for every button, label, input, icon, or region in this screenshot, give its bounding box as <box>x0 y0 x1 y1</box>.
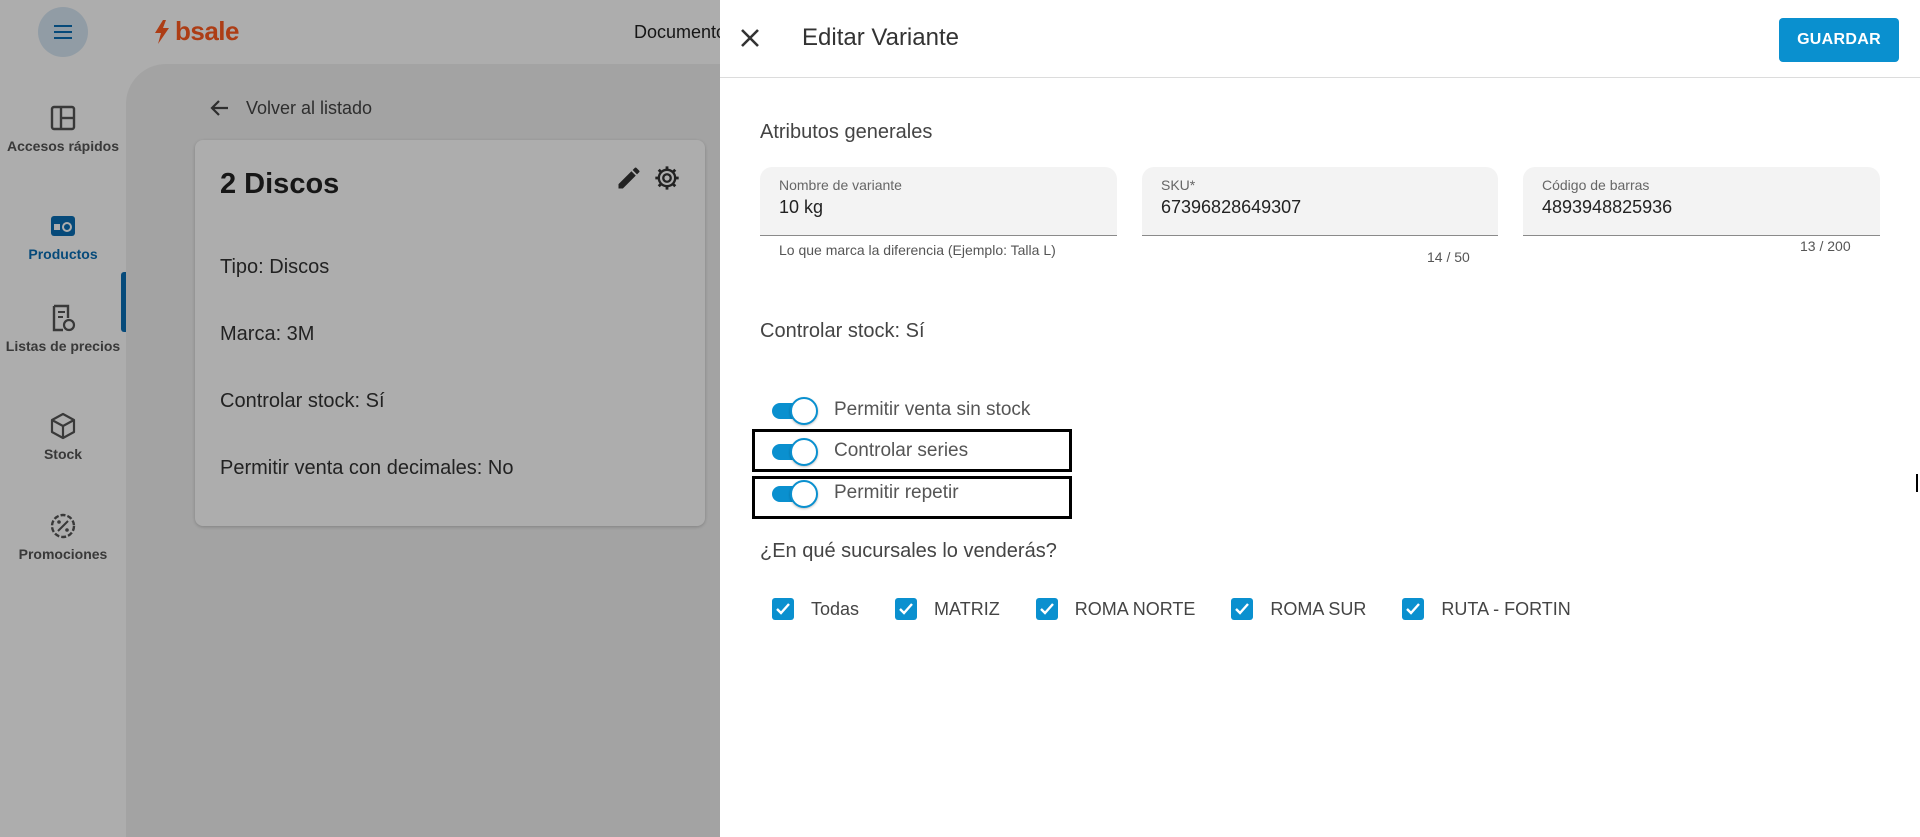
sku-char-counter: 14 / 50 <box>1427 249 1470 265</box>
checkbox-checked-icon <box>1035 598 1058 620</box>
switch-thumb <box>790 480 818 508</box>
text-cursor-icon <box>1916 474 1918 492</box>
branch-label: Todas <box>811 598 860 619</box>
barcode-field[interactable]: Código de barras 4893948825936 <box>1523 167 1880 236</box>
checkbox-checked-icon <box>895 598 918 620</box>
general-attributes-title: Atributos generales <box>760 121 933 143</box>
toggle-row-control-series: Controlar series <box>770 437 969 466</box>
branch-label: RUTA - FORTIN <box>1441 598 1571 619</box>
close-icon <box>741 29 759 47</box>
control-series-label: Controlar series <box>834 440 969 461</box>
sell-without-stock-switch[interactable] <box>770 396 818 425</box>
toggle-row-sell-without-stock: Permitir venta sin stock <box>770 396 1031 425</box>
toggle-row-allow-repeat: Permitir repetir <box>770 479 959 508</box>
allow-repeat-label: Permitir repetir <box>834 482 959 503</box>
allow-repeat-switch[interactable] <box>770 479 818 508</box>
sku-value: 67396828649307 <box>1161 197 1302 217</box>
switch-thumb <box>790 397 818 425</box>
switch-thumb <box>790 438 818 466</box>
branch-checkbox-roma-sur[interactable]: ROMA SUR <box>1231 598 1366 620</box>
variant-name-hint: Lo que marca la diferencia (Ejemplo: Tal… <box>779 242 1056 258</box>
variant-name-label: Nombre de variante <box>779 177 902 193</box>
branches-checkbox-group: Todas MATRIZ ROMA NORTE ROMA SUR RUTA - … <box>772 598 1607 620</box>
branch-checkbox-matriz[interactable]: MATRIZ <box>895 598 1000 620</box>
barcode-value: 4893948825936 <box>1542 197 1673 217</box>
sku-field[interactable]: SKU* 67396828649307 <box>1142 167 1498 236</box>
drawer-title: Editar Variante <box>802 24 959 51</box>
branch-label: ROMA SUR <box>1270 598 1367 619</box>
branch-label: ROMA NORTE <box>1074 598 1196 619</box>
branches-title: ¿En qué sucursales lo venderás? <box>760 540 1057 562</box>
branch-checkbox-ruta-fortin[interactable]: RUTA - FORTIN <box>1402 598 1571 620</box>
branch-label: MATRIZ <box>934 598 1000 619</box>
close-button[interactable] <box>730 18 770 58</box>
sell-without-stock-label: Permitir venta sin stock <box>834 399 1031 420</box>
barcode-char-counter: 13 / 200 <box>1800 238 1851 254</box>
edit-variant-drawer: Editar Variante GUARDAR Atributos genera… <box>720 0 1920 837</box>
checkbox-checked-icon <box>1402 598 1425 620</box>
variant-name-field[interactable]: Nombre de variante 10 kg <box>760 167 1117 236</box>
control-series-switch[interactable] <box>770 437 818 466</box>
variant-name-value: 10 kg <box>779 197 824 217</box>
sku-label: SKU* <box>1161 177 1196 193</box>
checkbox-checked-icon <box>772 598 794 620</box>
drawer-header: Editar Variante GUARDAR <box>720 0 1920 78</box>
save-button[interactable]: GUARDAR <box>1779 18 1899 62</box>
stock-control-status: Controlar stock: Sí <box>760 320 925 342</box>
branch-checkbox-roma-norte[interactable]: ROMA NORTE <box>1035 598 1196 620</box>
barcode-label: Código de barras <box>1542 177 1650 193</box>
branch-checkbox-all[interactable]: Todas <box>772 598 859 620</box>
checkbox-checked-icon <box>1231 598 1254 620</box>
